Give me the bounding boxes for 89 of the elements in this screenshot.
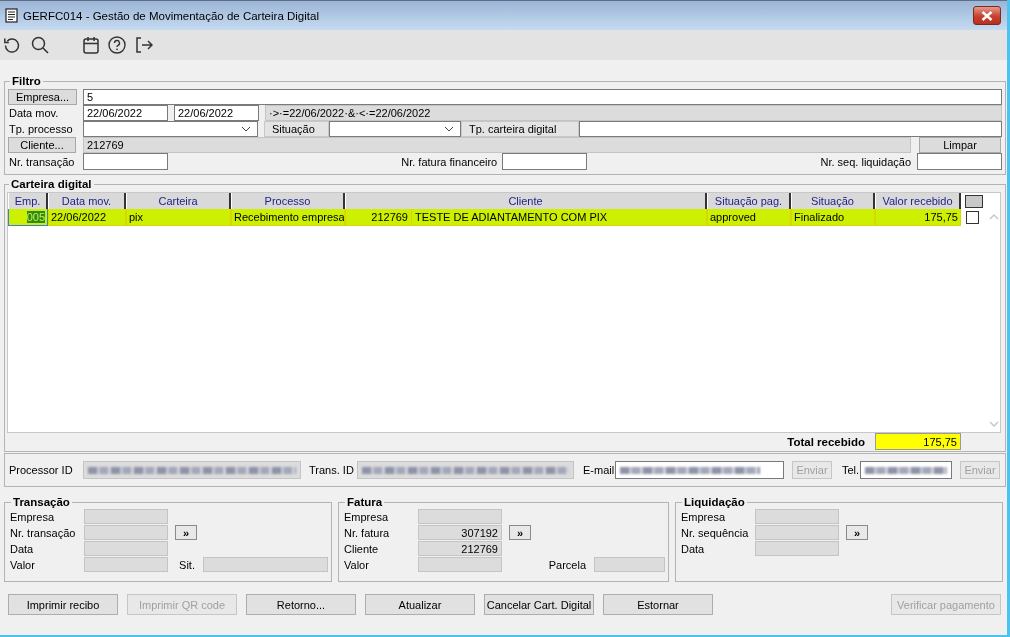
nr-transacao-field[interactable] — [83, 153, 168, 170]
table-row[interactable]: 005 22/06/2022 pix Recebimento empresa 212769 TESTE DE ADIANTAMENTO COM PIX approved Finalizado 175,75 — [8, 209, 988, 226]
tp-processo-dropdown[interactable] — [83, 121, 258, 137]
close-icon — [981, 10, 993, 21]
field-label: Empresa — [680, 510, 727, 525]
field-label: Nr. fatura — [343, 526, 391, 541]
field-label: Nr. transação — [8, 154, 76, 170]
info-field: 307192 — [418, 525, 502, 540]
row-checkbox[interactable] — [966, 211, 979, 224]
field-label: Valor — [343, 558, 370, 573]
undo-icon[interactable] — [3, 36, 21, 54]
table-cell: 005 — [8, 209, 48, 226]
empresa-button[interactable]: Empresa... — [8, 89, 77, 105]
field-label: Nr. transação — [9, 526, 77, 541]
column-header[interactable]: Emp. — [8, 193, 48, 209]
calendar-icon[interactable] — [82, 36, 100, 54]
date-from-field[interactable]: 22/06/2022 — [83, 105, 168, 121]
field-label: Tp. processo — [8, 122, 74, 137]
date-range-field: ·>·=22/06/2022·&·<·=22/06/2022 — [265, 105, 1002, 121]
table-cell: 212769 — [346, 209, 412, 225]
nr-fatura-field[interactable] — [502, 153, 588, 170]
situacao-dropdown[interactable] — [329, 121, 461, 137]
clear-button[interactable]: Limpar — [919, 137, 1001, 153]
field-label: Nr. sequência — [680, 526, 750, 541]
table-cell: Finalizado — [791, 209, 875, 226]
field-label: E-mail — [583, 464, 615, 476]
search-icon[interactable] — [31, 36, 49, 54]
field-label: Situação — [264, 121, 329, 137]
column-header[interactable]: Carteira — [126, 193, 231, 209]
total-label: Total recebido — [787, 435, 865, 448]
field-label: Nr. fatura financeiro — [400, 154, 498, 170]
tp-carteira-field[interactable] — [579, 121, 1002, 137]
field-label: Empresa — [343, 510, 390, 525]
column-header[interactable]: Situação pag. — [707, 193, 791, 209]
group-title: Carteira digital — [10, 178, 93, 190]
field-label: Cliente — [343, 542, 380, 557]
action-button[interactable]: Estornar — [603, 594, 713, 615]
field-label: Trans. ID — [309, 464, 355, 476]
total-field: 175,75 — [875, 433, 961, 450]
close-button[interactable] — [973, 6, 1001, 25]
column-header[interactable]: Processo — [231, 193, 345, 209]
group-title: Filtro — [11, 75, 42, 87]
table-cell: 175,75 — [875, 209, 961, 226]
column-header[interactable]: Situação — [791, 193, 875, 209]
caret-icon — [444, 126, 454, 132]
go-button[interactable]: » — [846, 525, 868, 540]
column-header[interactable]: Valor recebido — [875, 193, 961, 209]
column-header[interactable]: Cliente — [345, 193, 707, 209]
go-button[interactable]: » — [175, 525, 197, 540]
table-cell: 22/06/2022 — [48, 209, 126, 226]
group-title: Fatura — [346, 496, 384, 508]
field-label: Data mov. — [8, 106, 60, 121]
field-label: Tp. carteira digital — [461, 121, 579, 137]
phone-field[interactable] — [860, 461, 952, 479]
empresa-field[interactable]: 5 — [83, 89, 1002, 105]
date-to-field[interactable]: 22/06/2022 — [174, 105, 259, 121]
column-header[interactable]: Data mov. — [48, 193, 126, 209]
table-cell: Recebimento empresa — [231, 209, 345, 226]
cliente-button[interactable]: Cliente... — [8, 137, 76, 153]
table-cell-text: TESTE DE ADIANTAMENTO COM PIX — [414, 211, 608, 223]
field-label: Processor ID — [9, 464, 74, 476]
action-button[interactable]: Atualizar — [365, 594, 475, 615]
field-label: Sit. — [179, 558, 195, 573]
field-label: Valor — [9, 558, 36, 573]
email-field[interactable] — [615, 461, 784, 479]
nr-seq-field[interactable] — [917, 153, 1002, 170]
exit-icon[interactable] — [135, 36, 153, 54]
info-field: 212769 — [418, 541, 502, 556]
help-icon[interactable] — [108, 36, 126, 54]
caret-icon — [241, 126, 251, 132]
action-button[interactable]: Retorno... — [246, 594, 356, 615]
group-title: Transação — [12, 496, 71, 508]
window-title: GERFC014 - Gestão de Movimentação de Carteira Digital — [23, 9, 319, 22]
action-button[interactable]: Imprimir recibo — [8, 594, 118, 615]
field-label: Tel. — [842, 464, 860, 476]
field-label: Empresa — [9, 510, 56, 525]
info-field — [594, 557, 665, 572]
table-cell: pix — [126, 209, 231, 226]
field-label: Data — [9, 542, 35, 557]
go-button[interactable]: » — [509, 525, 531, 540]
table-cell: approved — [707, 209, 791, 226]
action-button[interactable]: Cancelar Cart. Digital — [484, 594, 594, 615]
select-all-checkbox[interactable] — [965, 194, 983, 208]
field-label: Nr. seq. liquidação — [819, 154, 911, 170]
field-label: Data — [680, 542, 706, 557]
cliente-field: 212769 — [83, 137, 911, 153]
document-icon — [5, 8, 18, 23]
group-title: Liquidação — [683, 496, 746, 508]
field-label: Parcela — [548, 558, 586, 573]
